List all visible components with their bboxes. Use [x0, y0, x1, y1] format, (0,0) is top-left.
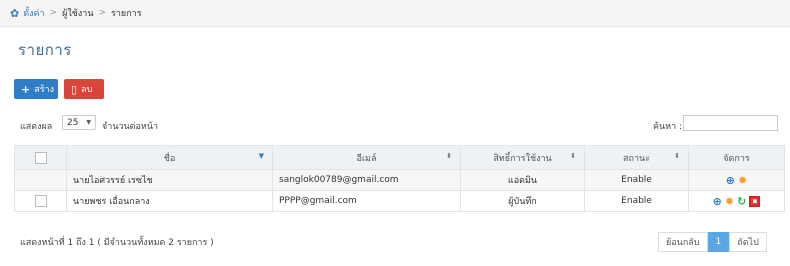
column-status[interactable]: สถานะ ⬍: [584, 145, 689, 170]
column-role-label: สิทธิ์การใช้งาน: [493, 153, 552, 164]
next-page-button[interactable]: ถัดไป: [729, 232, 767, 252]
column-name[interactable]: ชื่อ ▼: [66, 145, 273, 170]
caret-down-icon: ▼: [86, 119, 91, 126]
column-actions-label: จัดการ: [723, 153, 750, 164]
row-select-cell: [14, 190, 67, 212]
create-button-label: สร้าง: [34, 85, 54, 95]
column-name-label: ชื่อ: [163, 153, 176, 164]
page-title: รายการ: [18, 41, 72, 59]
row-email: PPPP@gmail.com: [272, 190, 461, 212]
table-row: นายพชร เอื่อนกลาง PPPP@gmail.com ผู้บันท…: [14, 190, 785, 212]
sort-desc-icon: ▼: [258, 152, 264, 160]
column-actions: จัดการ: [688, 145, 785, 170]
zoom-icon[interactable]: ⊕: [713, 196, 722, 207]
column-status-label: สถานะ: [623, 153, 650, 164]
zoom-icon[interactable]: ⊕: [726, 175, 735, 186]
breadcrumb: ✿ ตั้งค่า > ผู้ใช้งาน > รายการ: [0, 0, 790, 27]
trash-icon: ▯: [71, 82, 78, 96]
row-name: นายไอศวรรย์ เรซไช: [66, 169, 273, 191]
row-role: แอดมิน: [460, 169, 585, 191]
column-email-label: อีเมล์: [356, 153, 377, 164]
column-email[interactable]: อีเมล์ ⬍: [272, 145, 461, 170]
refresh-icon[interactable]: ↻: [737, 196, 746, 207]
per-page-label: จำนวนต่อหน้า: [102, 122, 159, 132]
users-table: ชื่อ ▼ อีเมล์ ⬍ สิทธิ์การใช้งาน ⬍ สถานะ …: [14, 145, 785, 212]
row-status: Enable: [584, 169, 689, 191]
sort-icon: ⬍: [446, 152, 452, 160]
page-length-value: 25: [67, 117, 79, 128]
sort-icon: ⬍: [570, 152, 576, 160]
prev-page-button[interactable]: ย้อนกลับ: [658, 232, 708, 252]
breadcrumb-current: รายการ: [111, 9, 142, 19]
page-1-button[interactable]: 1: [707, 232, 730, 252]
row-select-cell: [14, 169, 67, 191]
settings-icon[interactable]: ✹: [738, 175, 747, 186]
row-email: sanglok00789@gmail.com: [272, 169, 461, 191]
settings-icon[interactable]: ✹: [725, 196, 734, 207]
page-length-select[interactable]: 25 ▼: [62, 115, 96, 130]
row-checkbox[interactable]: [34, 195, 47, 207]
gear-icon: ✿: [10, 6, 20, 20]
column-role[interactable]: สิทธิ์การใช้งาน ⬍: [460, 145, 585, 170]
table-info: แสดงหน้าที่ 1 ถึง 1 ( มีจำนวนทั้งหมด 2 ร…: [20, 238, 214, 248]
row-name: นายพชร เอื่อนกลาง: [66, 190, 273, 212]
row-actions: ⊕ ✹: [688, 169, 785, 191]
table-filter-bar: แสดงผล 25 ▼ จำนวนต่อหน้า ค้นหา :: [14, 107, 784, 139]
create-button[interactable]: + สร้าง: [14, 79, 58, 99]
row-role: ผู้บันทึก: [460, 190, 585, 212]
select-all-checkbox[interactable]: [34, 151, 47, 164]
users-table-card: แสดงผล 25 ▼ จำนวนต่อหน้า ค้นหา : ชื่อ ▼ …: [14, 107, 785, 265]
sort-icon: ⬍: [674, 152, 680, 160]
breadcrumb-settings-link[interactable]: ตั้งค่า: [23, 6, 44, 20]
plus-icon: +: [21, 82, 31, 96]
breadcrumb-separator: >: [98, 8, 107, 18]
breadcrumb-separator: >: [49, 8, 58, 18]
breadcrumb-users: ผู้ใช้งาน: [62, 9, 94, 19]
table-header-row: ชื่อ ▼ อีเมล์ ⬍ สิทธิ์การใช้งาน ⬍ สถานะ …: [14, 145, 785, 170]
show-label: แสดงผล: [20, 122, 53, 132]
table-row: นายไอศวรรย์ เรซไช sanglok00789@gmail.com…: [14, 169, 785, 191]
delete-button-label: ลบ: [81, 85, 93, 95]
row-actions: ⊕ ✹ ↻ ▪: [688, 190, 785, 212]
row-status: Enable: [584, 190, 689, 212]
trash-icon[interactable]: ▪: [749, 195, 761, 207]
delete-button[interactable]: ▯ ลบ: [64, 79, 104, 99]
select-all-cell: [14, 145, 67, 170]
pagination: ย้อนกลับ 1 ถัดไป: [658, 232, 767, 252]
search-label: ค้นหา :: [653, 122, 683, 132]
search-input[interactable]: [683, 115, 778, 131]
